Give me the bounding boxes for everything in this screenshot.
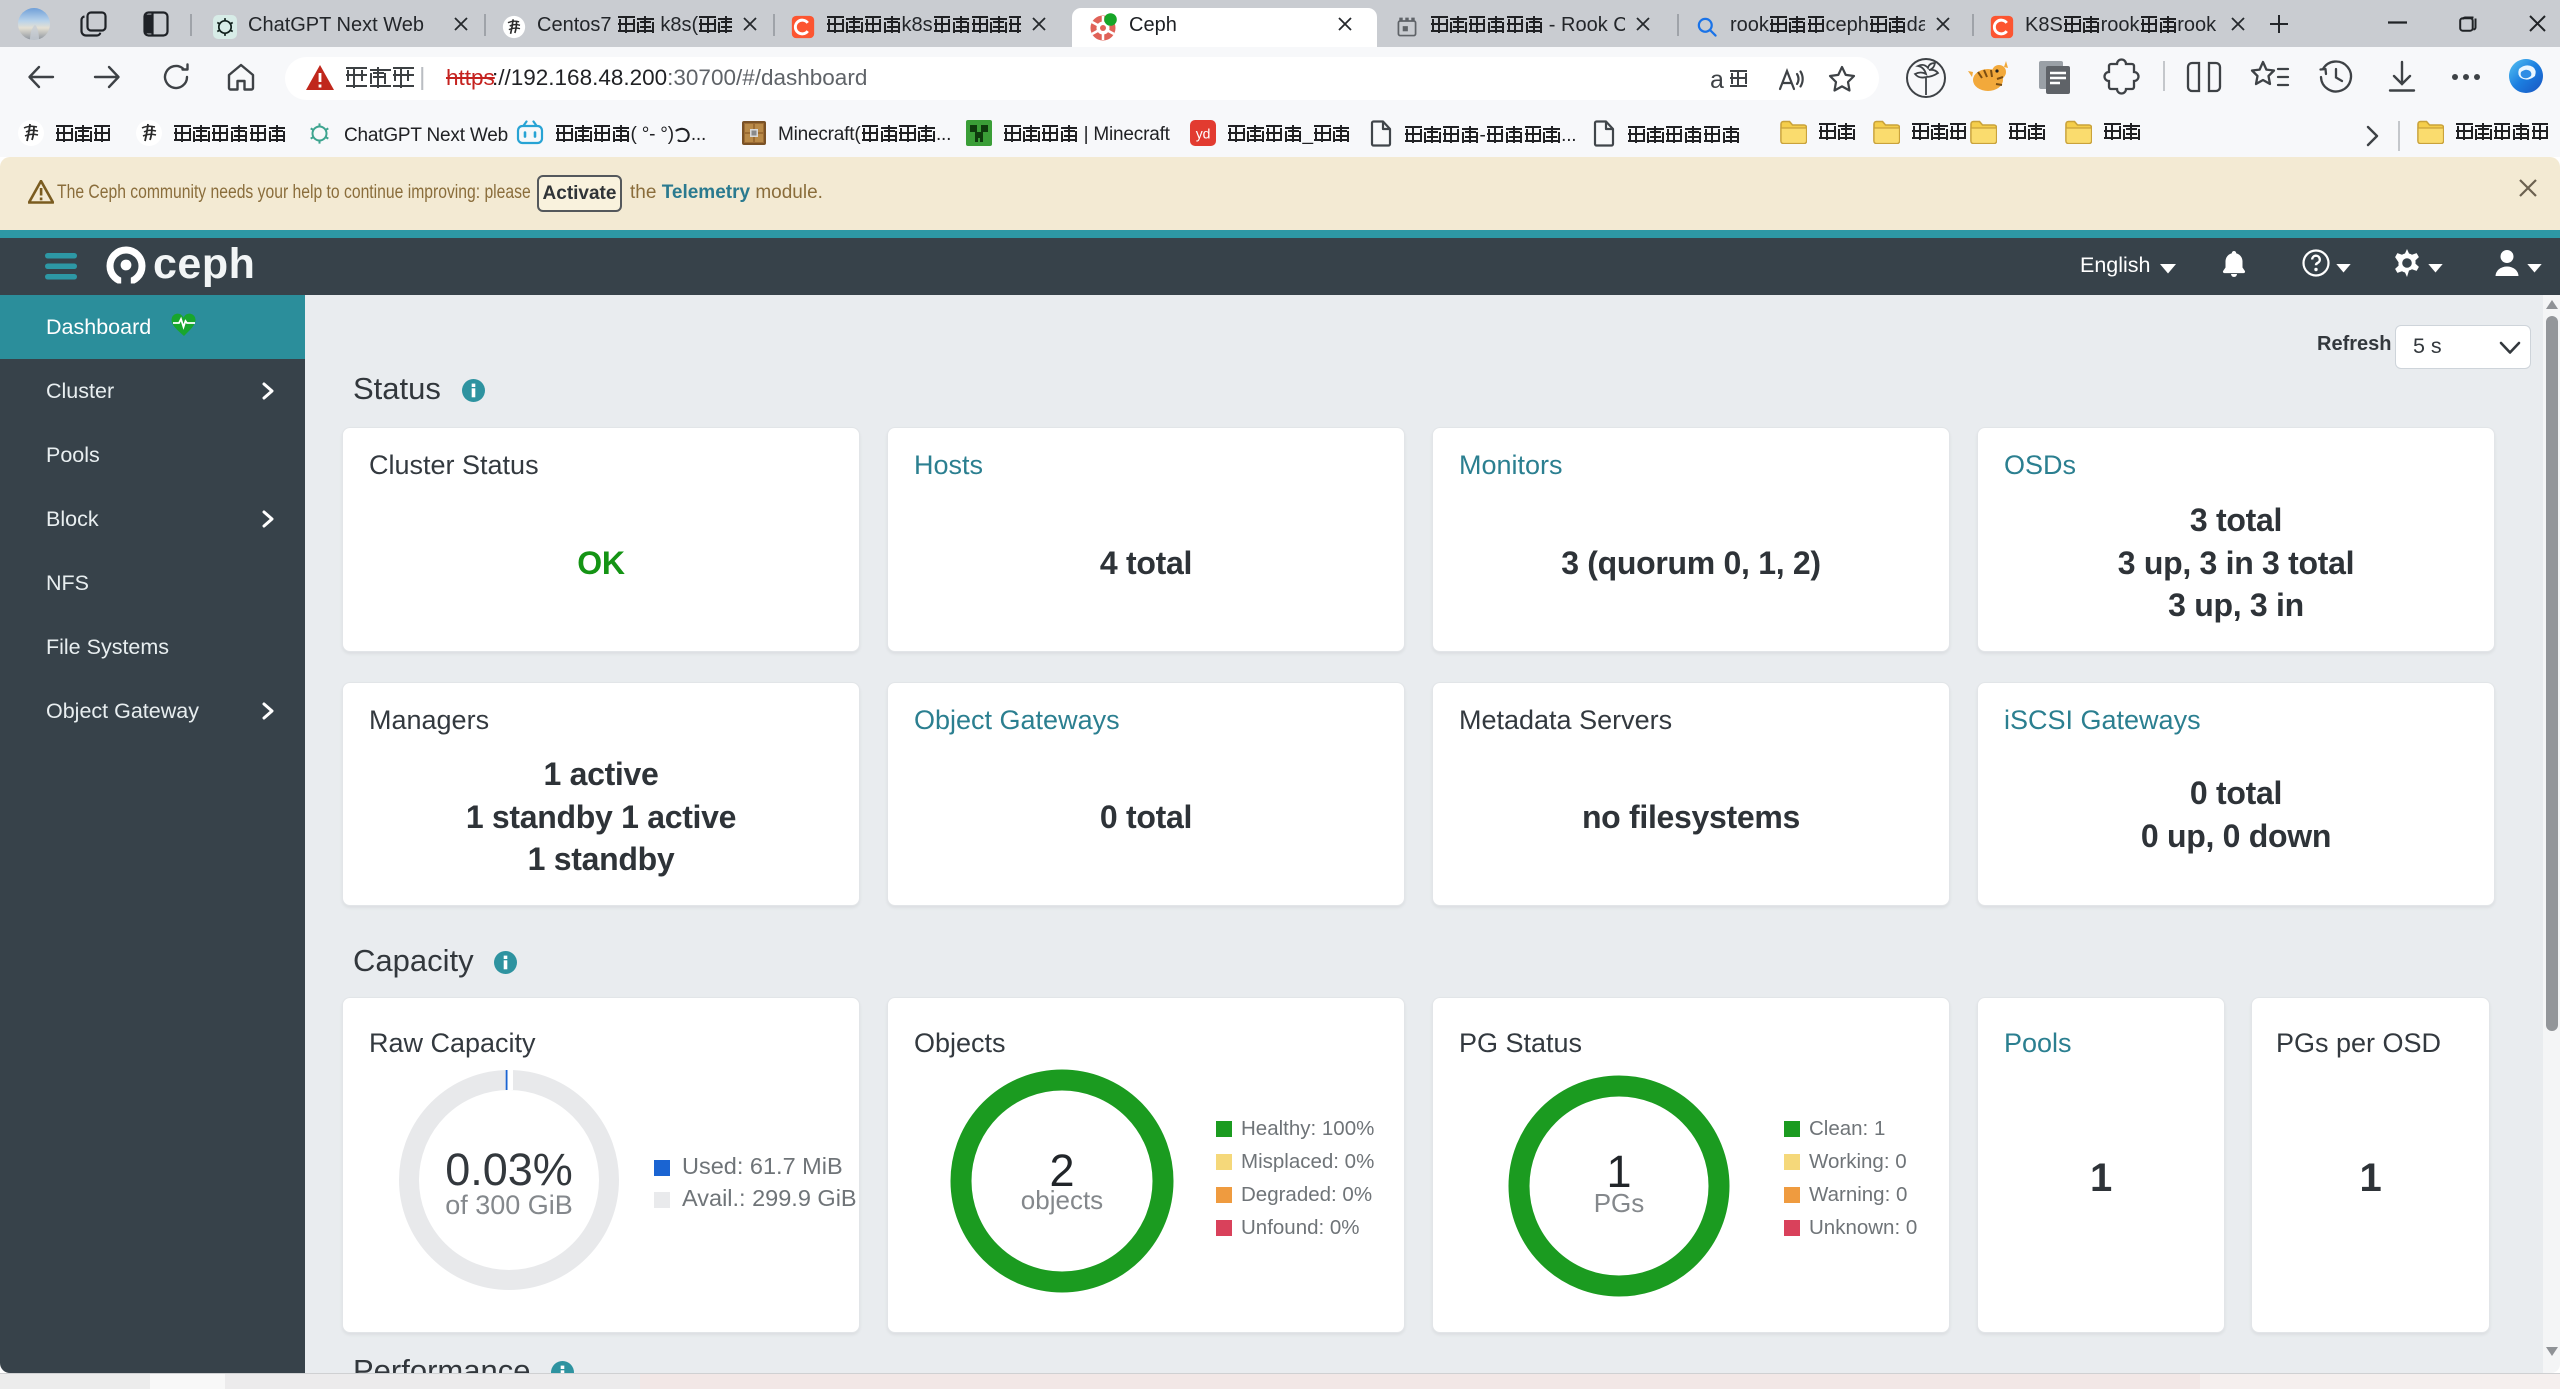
svg-text:yd: yd — [1196, 126, 1210, 142]
